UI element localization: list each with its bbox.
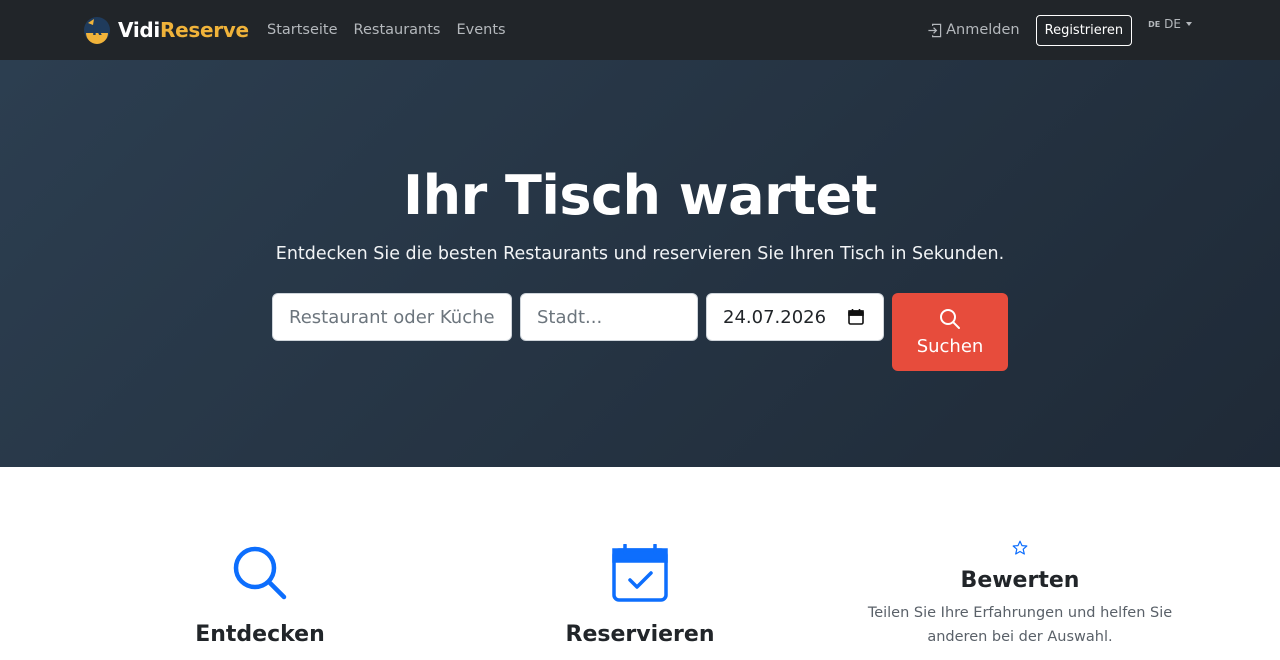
calendar-check-icon — [612, 544, 668, 602]
feature-title: Reservieren — [565, 622, 715, 647]
search-button-label: Suchen — [916, 335, 984, 357]
brand-name-reserve: Reserve — [159, 18, 249, 42]
login-link[interactable]: Anmelden — [927, 22, 1020, 38]
calendar-icon[interactable] — [847, 308, 865, 326]
nav-right: Anmelden Registrieren DE DE — [927, 0, 1192, 60]
brand-name-vidi: Vidi — [118, 18, 160, 42]
feature-description: Teilen Sie Ihre Erfahrungen und helfen S… — [867, 605, 1173, 645]
hero-title: Ihr Tisch wartet — [403, 164, 877, 227]
date-input[interactable]: 24.07.2026 — [706, 293, 884, 341]
svg-text:R: R — [92, 24, 102, 39]
login-icon — [928, 23, 942, 37]
city-input[interactable]: Stadt... — [520, 293, 698, 341]
brand-name: VidiReserve — [118, 18, 249, 42]
nav-link-restaurants[interactable]: Restaurants — [346, 22, 449, 38]
nav-link-events[interactable]: Events — [448, 22, 513, 38]
feature-discover: Entdecken — [60, 544, 460, 647]
features-section: Entdecken Reservieren Bewerten Teilen Si… — [0, 467, 1280, 660]
language-flag: DE — [1148, 19, 1161, 29]
hero-subtitle: Entdecken Sie die besten Restaurants und… — [275, 244, 1005, 264]
feature-reserve: Reservieren — [440, 544, 840, 647]
hero-section: Ihr Tisch wartet Entdecken Sie die beste… — [0, 60, 1280, 467]
feature-review: Bewerten Teilen Sie Ihre Erfahrungen und… — [820, 540, 1220, 649]
restaurant-search-placeholder: Restaurant oder Küche... — [289, 306, 495, 328]
date-value: 24.07.2026 — [723, 306, 827, 328]
star-icon — [1012, 540, 1028, 555]
language-label: DE — [1164, 17, 1181, 31]
caret-down-icon — [1186, 22, 1192, 26]
restaurant-search-input[interactable]: Restaurant oder Küche... — [272, 293, 512, 341]
search-icon — [233, 546, 287, 600]
brand-link[interactable]: R VidiReserve — [82, 14, 249, 46]
main-nav: Startseite Restaurants Events — [259, 0, 514, 60]
nav-link-startseite[interactable]: Startseite — [259, 22, 346, 38]
navbar: R VidiReserve Startseite Restaurants Eve… — [0, 0, 1280, 60]
feature-title: Entdecken — [195, 622, 325, 647]
search-icon — [940, 308, 960, 329]
feature-title: Bewerten — [960, 568, 1080, 593]
language-dropdown[interactable]: DE DE — [1148, 17, 1192, 31]
search-button[interactable]: Suchen — [892, 293, 1008, 371]
login-label: Anmelden — [946, 22, 1020, 38]
register-button[interactable]: Registrieren — [1035, 14, 1133, 46]
city-placeholder: Stadt... — [537, 306, 603, 328]
brand-logo-icon: R — [84, 17, 110, 44]
